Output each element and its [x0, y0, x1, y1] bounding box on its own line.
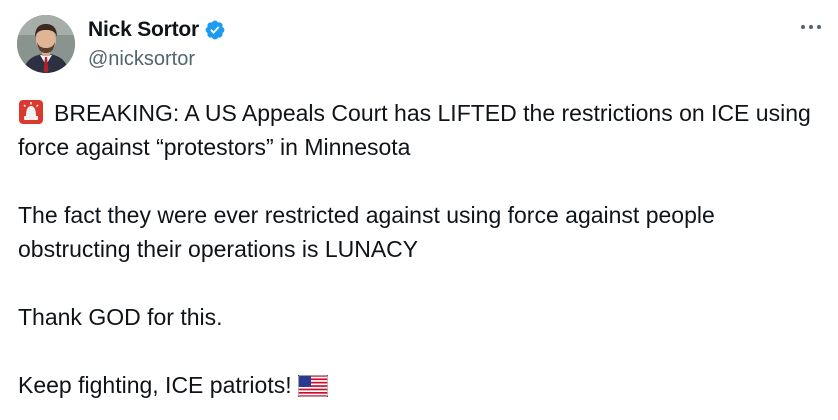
tweet-card: Nick Sortor @nicksortor BREAKING: A US A… — [0, 0, 838, 420]
tweet-paragraph-4: Keep fighting, ICE patriots! — [18, 368, 818, 402]
tweet-paragraph-4-text: Keep fighting, ICE patriots! — [18, 372, 292, 398]
tweet-text: BREAKING: A US Appeals Court has LIFTED … — [18, 96, 818, 402]
tweet-paragraph-1-text: BREAKING: A US Appeals Court has LIFTED … — [18, 100, 811, 160]
avatar-photo-icon — [17, 15, 75, 73]
author-handle[interactable]: @nicksortor — [88, 48, 195, 71]
author-display-name[interactable]: Nick Sortor — [88, 18, 199, 42]
us-flag-icon — [297, 375, 328, 397]
tweet-paragraph-3: Thank GOD for this. — [18, 304, 223, 330]
tweet-paragraph-1: BREAKING: A US Appeals Court has LIFTED … — [18, 96, 818, 164]
user-avatar[interactable] — [17, 15, 75, 73]
more-options-icon[interactable] — [798, 20, 824, 34]
police-siren-icon — [19, 100, 43, 124]
tweet-paragraph-2: The fact they were ever restricted again… — [18, 202, 715, 262]
author-name-row: Nick Sortor — [88, 18, 226, 42]
verified-badge-icon — [205, 20, 225, 40]
